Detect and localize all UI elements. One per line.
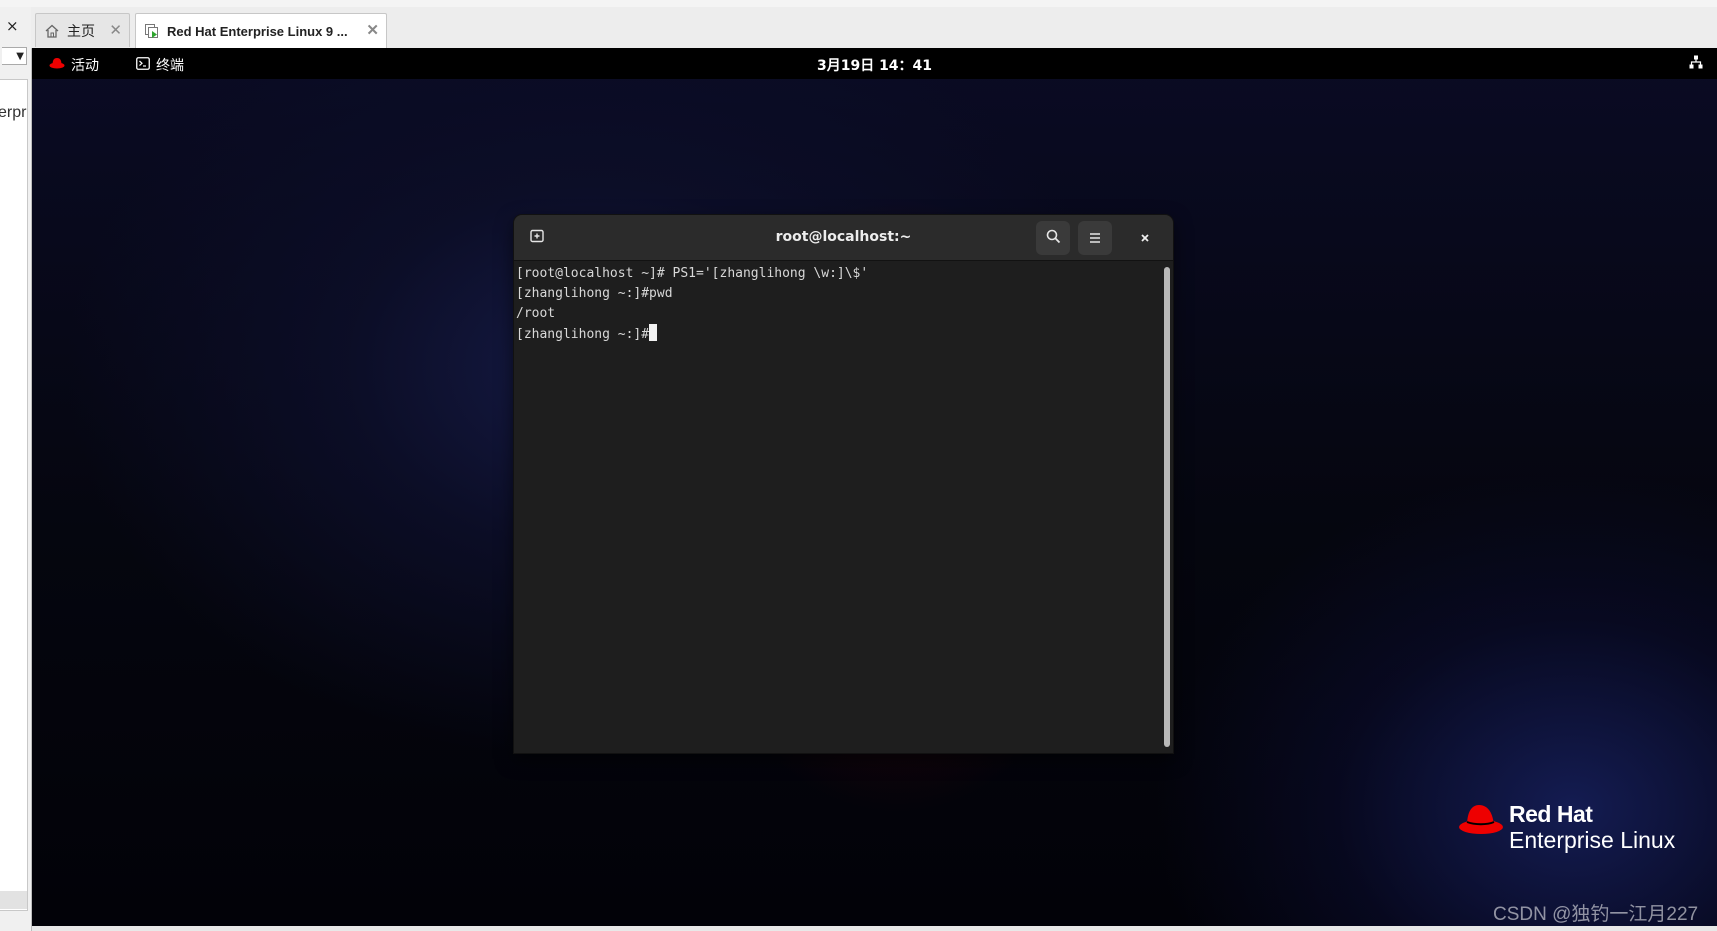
window-bottom-strip xyxy=(32,926,1717,931)
terminal-window[interactable]: root@localhost:~ [root@localhost ~]# PS1… xyxy=(514,215,1173,753)
terminal-line: [root@localhost ~]# PS1='[zhanglihong \w… xyxy=(516,266,869,281)
tab-vm-label: Red Hat Enterprise Linux 9 ... xyxy=(167,23,348,39)
terminal-output[interactable]: [root@localhost ~]# PS1='[zhanglihong \w… xyxy=(516,264,1156,752)
close-icon xyxy=(1139,229,1151,248)
tab-vm[interactable]: Red Hat Enterprise Linux 9 ... ✕ xyxy=(135,13,387,48)
tab-home[interactable]: 主页 ✕ xyxy=(35,13,130,47)
terminal-prompt: [zhanglihong ~:]# xyxy=(516,327,650,342)
library-item-label[interactable]: erpr xyxy=(0,104,26,122)
panel-dropdown[interactable]: ▼ xyxy=(2,47,27,65)
redhat-logo: Red Hat Enterprise Linux xyxy=(1457,801,1675,853)
vm-icon xyxy=(144,23,160,39)
tab-bar: 主页 ✕ Red Hat Enterprise Linux 9 ... ✕ xyxy=(31,7,1717,49)
text-cursor xyxy=(649,324,658,341)
csdn-watermark: CSDN @独钓一江月227 xyxy=(1493,904,1699,925)
tab-home-close-icon[interactable]: ✕ xyxy=(109,21,122,39)
terminal-headerbar: root@localhost:~ xyxy=(514,215,1173,261)
clock[interactable]: 3月19日 14：41 xyxy=(32,55,1717,75)
library-list[interactable]: erpr xyxy=(0,79,28,911)
terminal-scrollbar[interactable] xyxy=(1164,267,1170,747)
menu-button[interactable] xyxy=(1078,221,1112,255)
terminal-line: /root xyxy=(516,306,556,321)
vm-display[interactable]: 活动 终端 3月19日 14：41 root@localhost:~ [root… xyxy=(32,48,1717,926)
terminal-line: [zhanglihong ~:]#pwd xyxy=(516,286,673,301)
search-icon xyxy=(1046,229,1061,248)
panel-scrollbar[interactable] xyxy=(0,891,27,909)
home-icon xyxy=(44,23,60,39)
redhat-wordmark-line2: Enterprise Linux xyxy=(1509,827,1676,853)
redhat-wordmark-line1: Red Hat xyxy=(1509,801,1593,827)
panel-close-button[interactable]: × xyxy=(6,17,19,35)
search-button[interactable] xyxy=(1036,221,1070,255)
hamburger-menu-icon xyxy=(1088,229,1102,248)
close-window-button[interactable] xyxy=(1128,221,1162,255)
redhat-hat-icon xyxy=(1457,801,1505,841)
library-panel: × ▼ erpr xyxy=(0,7,32,931)
terminal-title: root@localhost:~ xyxy=(775,229,912,245)
redhat-wordmark: Red Hat Enterprise Linux xyxy=(1509,801,1675,853)
tab-home-label: 主页 xyxy=(67,22,95,39)
tab-vm-close-icon[interactable]: ✕ xyxy=(366,21,379,39)
chevron-down-icon: ▼ xyxy=(16,51,24,62)
terminal-prompt-line[interactable]: [zhanglihong ~:]# xyxy=(516,324,1156,344)
gnome-top-bar: 活动 终端 3月19日 14：41 xyxy=(32,48,1717,79)
network-wired-icon[interactable] xyxy=(1689,55,1703,73)
